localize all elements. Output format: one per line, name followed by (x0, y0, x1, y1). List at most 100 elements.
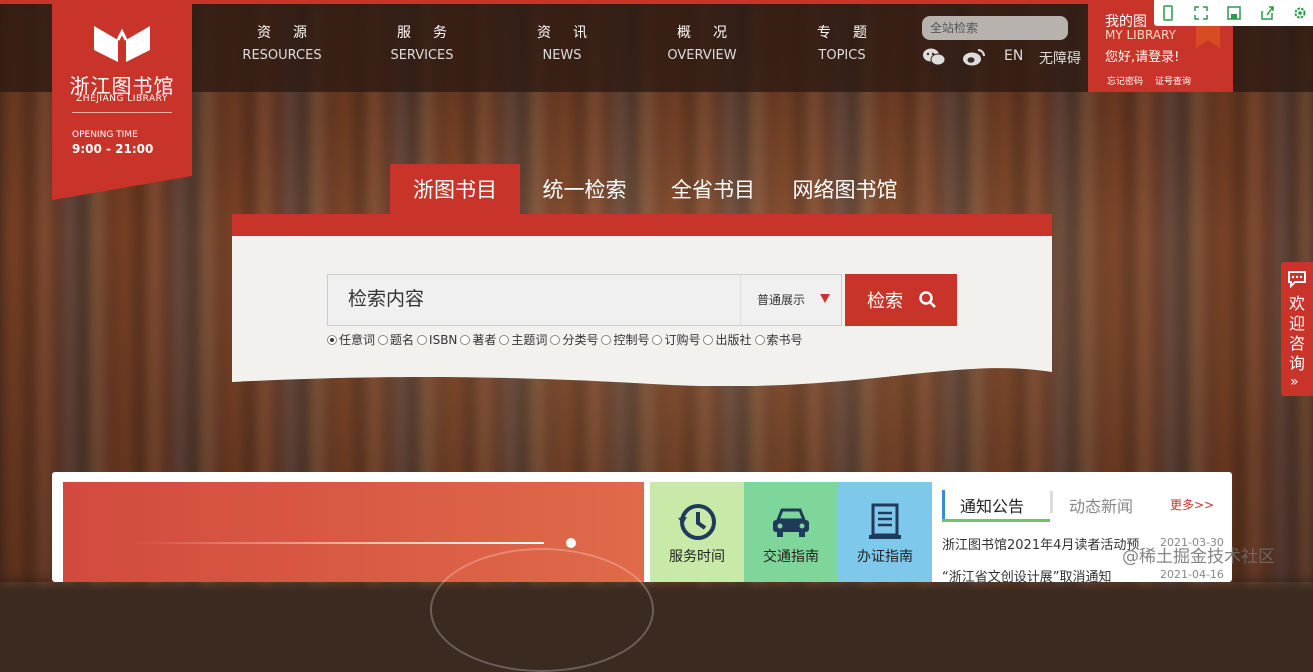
nav-label-cn: 资讯 (537, 25, 609, 41)
logo-divider (72, 112, 172, 113)
nav-label-cn: 服务 (397, 25, 469, 41)
nav-label-en: NEWS (542, 48, 582, 63)
login-prompt[interactable]: 您好,请登录! (1105, 46, 1179, 65)
radio-circle (378, 334, 389, 345)
opening-time-value: 9:00 - 21:00 (72, 142, 154, 156)
consult-label: 欢迎咨询 (1289, 294, 1306, 373)
wechat-icon[interactable] (922, 47, 946, 67)
nav-topics[interactable]: 专题 TOPICS (782, 22, 902, 63)
nav-label-cn: 概况 (677, 25, 749, 41)
radio-circle (460, 334, 471, 345)
nav-label-en: OVERVIEW (667, 48, 737, 63)
double-chevron-right-icon: » (1290, 374, 1299, 390)
search-button[interactable]: 检索 (845, 274, 957, 326)
radio-call-number[interactable]: 索书号 (754, 331, 803, 348)
gear-icon[interactable] (1292, 5, 1308, 21)
tab-notices[interactable]: 通知公告 (960, 493, 1024, 517)
radio-label: 主题词 (511, 333, 548, 347)
radio-circle (499, 334, 510, 345)
watermark: @稀土掘金技术社区 (1122, 547, 1275, 567)
news-accent-bar (942, 490, 945, 520)
save-icon[interactable] (1226, 5, 1242, 21)
news-item[interactable]: 浙江图书馆2021年4月读者活动预 (942, 534, 1142, 553)
banner-decoration-arc (430, 548, 654, 672)
nav-label-cn: 专题 (817, 25, 889, 41)
opening-time-label: OPENING TIME (72, 130, 138, 140)
my-library-links: 忘记密码 证号查询 (1107, 74, 1203, 87)
search-icon (919, 291, 936, 308)
tile-label: 交通指南 (763, 549, 819, 565)
radio-order-number[interactable]: 订购号 (652, 331, 700, 348)
my-library-title-en: MY LIBRARY (1105, 28, 1176, 42)
radio-circle (417, 334, 428, 345)
search-field-options: 任意词 题名 ISBN 著者 主题词 分类号 控制号 订购号 出版社 索书号 (327, 331, 806, 348)
car-icon (773, 508, 809, 537)
radio-label: 题名 (390, 333, 415, 347)
tab-unified-search[interactable]: 统一检索 (522, 164, 647, 214)
radio-label: 控制号 (613, 333, 650, 347)
tab-online-library[interactable]: 网络图书馆 (778, 164, 912, 214)
site-search-input[interactable] (922, 16, 1068, 40)
radio-label: 任意词 (339, 333, 376, 347)
radio-circle (601, 334, 612, 345)
nav-services[interactable]: 服务 SERVICES (362, 22, 482, 63)
library-name-en: ZHEJIANG LIBRARY (76, 94, 168, 104)
radio-circle (327, 334, 337, 345)
caret-down-icon (820, 294, 830, 303)
radio-circle (703, 334, 714, 345)
tile-label: 服务时间 (669, 549, 725, 565)
nav-resources[interactable]: 资源 RESOURCES (222, 22, 342, 63)
radio-label: 著者 (472, 333, 497, 347)
card-query-link[interactable]: 证号查询 (1155, 77, 1191, 87)
tab-news[interactable]: 动态新闻 (1069, 493, 1133, 517)
tab-zhejiang-catalog[interactable]: 浙图书目 (390, 164, 520, 214)
tile-service-hours[interactable]: 服务时间 (650, 482, 744, 582)
nav-overview[interactable]: 概况 OVERVIEW (642, 22, 762, 63)
share-icon[interactable] (1259, 5, 1275, 21)
radio-control-number[interactable]: 控制号 (601, 331, 649, 348)
news-date: 2021-04-16 (1160, 568, 1224, 581)
tile-transport-guide[interactable]: 交通指南 (744, 482, 838, 582)
radio-circle (652, 334, 663, 345)
fullscreen-icon[interactable] (1193, 5, 1209, 21)
banner-decoration-line (132, 542, 544, 544)
chat-bubble-icon (1288, 271, 1306, 288)
radio-circle (550, 334, 561, 345)
more-news-link[interactable]: 更多>> (1170, 496, 1214, 513)
clock-history-icon (678, 504, 716, 540)
search-input[interactable] (327, 274, 741, 326)
accessibility-link[interactable]: 无障碍 (1039, 48, 1081, 68)
radio-label: ISBN (429, 332, 458, 347)
nav-label-en: RESOURCES (242, 48, 322, 63)
library-logo[interactable]: 浙江图书馆 ZHEJIANG LIBRARY OPENING TIME 9:00… (52, 0, 192, 200)
radio-label: 订购号 (664, 333, 701, 347)
radio-subject[interactable]: 主题词 (499, 331, 547, 348)
banner-decoration-dot (566, 538, 576, 548)
radio-label: 索书号 (766, 333, 803, 347)
radio-label: 出版社 (715, 333, 752, 347)
language-switch[interactable]: EN (1004, 48, 1023, 64)
radio-publisher[interactable]: 出版社 (703, 331, 752, 348)
tab-province-catalog[interactable]: 全省书目 (652, 164, 774, 214)
document-icon (869, 503, 901, 539)
news-active-underline (942, 519, 1050, 522)
nav-label-en: SERVICES (390, 48, 454, 63)
nav-news[interactable]: 资讯 NEWS (502, 22, 622, 63)
radio-any-word[interactable]: 任意词 (327, 331, 375, 348)
radio-isbn[interactable]: ISBN (417, 331, 457, 348)
tile-card-guide[interactable]: 办证指南 (838, 482, 932, 582)
radio-label: 分类号 (562, 333, 599, 347)
floating-toolbar (1154, 0, 1313, 26)
radio-title[interactable]: 题名 (378, 331, 414, 348)
nav-label-en: TOPICS (818, 48, 866, 63)
news-item[interactable]: “浙江省文创设计展”取消通知 (942, 566, 1142, 585)
news-tab-divider (1050, 491, 1053, 513)
consult-float-button[interactable]: 欢迎咨询 » (1281, 262, 1313, 396)
forgot-password-link[interactable]: 忘记密码 (1107, 77, 1143, 87)
radio-author[interactable]: 著者 (460, 331, 496, 348)
radio-classification[interactable]: 分类号 (550, 331, 598, 348)
mobile-icon[interactable] (1160, 5, 1176, 21)
tile-label: 办证指南 (857, 549, 913, 565)
radio-circle (754, 334, 765, 345)
weibo-icon[interactable] (962, 47, 986, 67)
